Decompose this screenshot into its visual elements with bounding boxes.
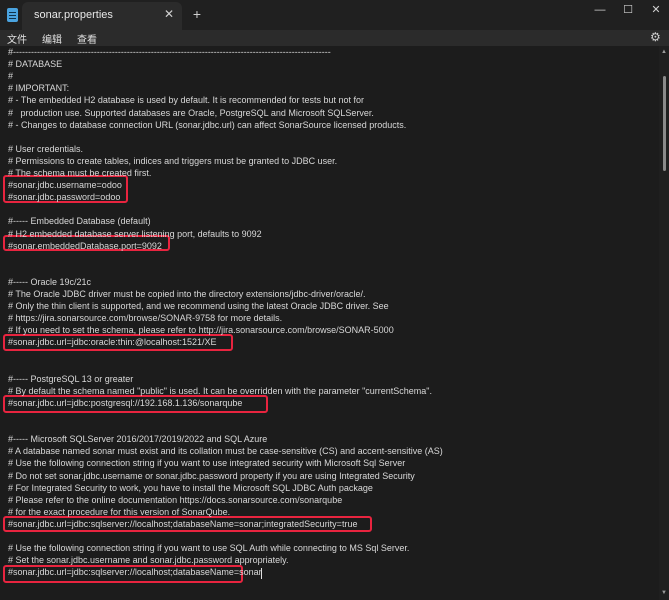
editor-line: # The Oracle JDBC driver must be copied … bbox=[8, 289, 366, 299]
editor-line: # Use the following connection string if… bbox=[8, 458, 406, 469]
minimize-button[interactable]: — bbox=[585, 0, 615, 22]
editor-line: #sonar.jdbc.url=jdbc:oracle:thin:@localh… bbox=[8, 337, 217, 348]
editor-line: # Only the thin client is supported, and… bbox=[8, 301, 389, 312]
menu-bar: 文件 编辑 查看 ⚙ bbox=[0, 30, 669, 46]
close-tab-icon[interactable]: ✕ bbox=[162, 7, 176, 21]
editor-line: # bbox=[8, 71, 14, 82]
editor-line: # The schema must be created first. bbox=[8, 168, 152, 178]
editor-line: #----- Microsoft SQLServer 2016/2017/201… bbox=[8, 434, 268, 445]
editor-line: #sonar.jdbc.password=odoo bbox=[8, 192, 121, 203]
editor-line: # User credentials. bbox=[8, 143, 84, 154]
text-editor[interactable]: #---------------------------------------… bbox=[0, 46, 659, 600]
editor-line: # - Changes to database connection URL (… bbox=[8, 119, 407, 130]
scroll-up-icon[interactable]: ▲ bbox=[660, 49, 668, 55]
menu-view[interactable]: 查看 bbox=[77, 31, 97, 46]
editor-line: # DATABASE bbox=[8, 59, 63, 70]
editor-line: #sonar.jdbc.username=odoo bbox=[8, 180, 122, 191]
editor-line: # For Integrated Security to work, you h… bbox=[8, 482, 373, 493]
add-tab-icon[interactable]: + bbox=[189, 6, 205, 22]
maximize-button[interactable]: ☐ bbox=[613, 0, 643, 22]
editor-line: # If you need to set the schema, please … bbox=[8, 325, 394, 336]
editor-line: # https://jira.sonarsource.com/browse/SO… bbox=[8, 313, 283, 324]
editor-line: #sonar.jdbc.url=jdbc:postgresql://192.16… bbox=[8, 397, 243, 408]
tab-sonar-properties[interactable]: sonar.properties ✕ bbox=[22, 2, 182, 30]
scroll-thumb[interactable] bbox=[663, 76, 666, 171]
editor-line: # - The embedded H2 database is used by … bbox=[8, 95, 365, 106]
editor-line: #sonar.jdbc.url=jdbc:sqlserver://localho… bbox=[8, 518, 358, 529]
editor-line: # IMPORTANT: bbox=[8, 83, 70, 94]
title-bar: sonar.properties ✕ + — ☐ ✕ bbox=[0, 0, 669, 30]
editor-line: #----- PostgreSQL 13 or greater bbox=[8, 373, 134, 384]
editor-line: # H2 embedded database server listening … bbox=[8, 228, 262, 239]
editor-line: # for the exact procedure for this versi… bbox=[8, 506, 231, 517]
editor-line: #---------------------------------------… bbox=[8, 47, 331, 57]
close-window-button[interactable]: ✕ bbox=[641, 0, 669, 22]
editor-line: # Use the following connection string if… bbox=[8, 543, 410, 554]
tab-title: sonar.properties bbox=[34, 9, 113, 21]
editor-line: #----- Embedded Database (default) bbox=[8, 216, 151, 227]
scroll-down-icon[interactable]: ▼ bbox=[660, 590, 668, 596]
editor-line: # Permissions to create tables, indices … bbox=[8, 155, 338, 166]
editor-line: # Set the sonar.jdbc.username and sonar.… bbox=[8, 555, 289, 566]
editor-line: # Do not set sonar.jdbc.username or sona… bbox=[8, 470, 415, 481]
editor-line: # A database named sonar must exist and … bbox=[8, 446, 443, 457]
settings-gear-icon[interactable]: ⚙ bbox=[650, 30, 661, 44]
editor-line: # production use. Supported databases ar… bbox=[8, 107, 374, 118]
editor-line: #sonar.jdbc.url=jdbc:sqlserver://localho… bbox=[8, 567, 262, 578]
vertical-scrollbar[interactable]: ▲ ▼ bbox=[659, 46, 669, 600]
menu-edit[interactable]: 编辑 bbox=[42, 31, 62, 46]
editor-line: # Please refer to the online documentati… bbox=[8, 494, 343, 505]
editor-line: #sonar.embeddedDatabase.port=9092 bbox=[8, 240, 162, 251]
editor-line: # By default the schema named "public" i… bbox=[8, 385, 433, 396]
notepad-app-icon bbox=[7, 8, 18, 22]
editor-line: #----- Oracle 19c/21c bbox=[8, 276, 92, 287]
menu-file[interactable]: 文件 bbox=[7, 31, 27, 46]
